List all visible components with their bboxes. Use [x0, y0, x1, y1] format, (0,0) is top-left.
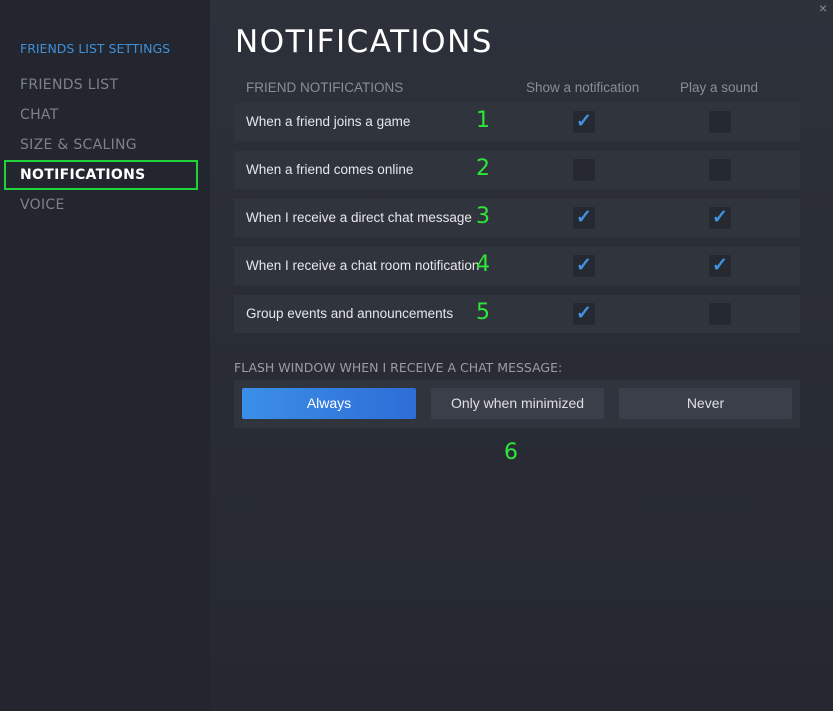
show-notification-checkbox[interactable]: ✓	[573, 207, 595, 229]
sidebar-heading: FRIENDS LIST SETTINGS	[20, 41, 171, 56]
annotation-number: 6	[504, 440, 518, 465]
checkmark-icon: ✓	[712, 207, 728, 228]
annotation-number: 2	[476, 156, 490, 181]
flash-window-options: Always Only when minimized Never	[234, 380, 800, 428]
sidebar-item-chat[interactable]: CHAT	[20, 107, 59, 123]
play-sound-checkbox[interactable]: ✓	[709, 255, 731, 277]
checkmark-icon: ✓	[576, 207, 592, 228]
row-label: Group events and announcements	[246, 306, 454, 321]
annotation-number: 4	[476, 252, 490, 277]
play-sound-checkbox[interactable]	[709, 111, 731, 133]
play-sound-checkbox[interactable]	[709, 303, 731, 325]
notification-row: When a friend comes online 2	[234, 151, 800, 189]
checkmark-icon: ✓	[576, 255, 592, 276]
notification-row: When I receive a chat room notification …	[234, 247, 800, 285]
column-show-notification: Show a notification	[526, 80, 640, 95]
always-button[interactable]: Always	[242, 388, 416, 419]
show-notification-checkbox[interactable]: ✓	[573, 303, 595, 325]
show-notification-checkbox[interactable]: ✓	[573, 255, 595, 277]
page-title: NOTIFICATIONS	[235, 24, 493, 60]
only-when-minimized-button[interactable]: Only when minimized	[431, 388, 604, 419]
row-label: When I receive a direct chat message	[246, 210, 472, 225]
main-panel: × NOTIFICATIONS FRIEND NOTIFICATIONS Sho…	[210, 0, 833, 711]
checkmark-icon: ✓	[576, 303, 592, 324]
sidebar-item-voice[interactable]: VOICE	[20, 197, 65, 213]
section-heading: FRIEND NOTIFICATIONS	[246, 80, 404, 95]
sidebar-item-size-scaling[interactable]: SIZE & SCALING	[20, 137, 137, 153]
show-notification-checkbox[interactable]	[573, 159, 595, 181]
sidebar-item-friends-list[interactable]: FRIENDS LIST	[20, 77, 118, 93]
never-button[interactable]: Never	[619, 388, 792, 419]
notification-row: When a friend joins a game 1 ✓	[234, 103, 800, 141]
play-sound-checkbox[interactable]: ✓	[709, 207, 731, 229]
sidebar: FRIENDS LIST SETTINGS FRIENDS LIST CHAT …	[0, 0, 210, 711]
column-play-sound: Play a sound	[680, 80, 759, 95]
close-icon[interactable]: ×	[819, 0, 827, 16]
notification-row: When I receive a direct chat message 3 ✓…	[234, 199, 800, 237]
row-label: When a friend comes online	[246, 162, 414, 177]
annotation-number: 5	[476, 300, 490, 325]
row-label: When a friend joins a game	[246, 114, 411, 129]
play-sound-checkbox[interactable]	[709, 159, 731, 181]
show-notification-checkbox[interactable]: ✓	[573, 111, 595, 133]
row-label: When I receive a chat room notification	[246, 258, 480, 273]
notification-row: Group events and announcements 5 ✓	[234, 295, 800, 333]
checkmark-icon: ✓	[712, 255, 728, 276]
flash-window-label: FLASH WINDOW WHEN I RECEIVE A CHAT MESSA…	[234, 360, 563, 375]
sidebar-item-notifications[interactable]: NOTIFICATIONS	[20, 167, 146, 183]
checkmark-icon: ✓	[576, 111, 592, 132]
annotation-number: 1	[476, 108, 490, 133]
annotation-number: 3	[476, 204, 490, 229]
